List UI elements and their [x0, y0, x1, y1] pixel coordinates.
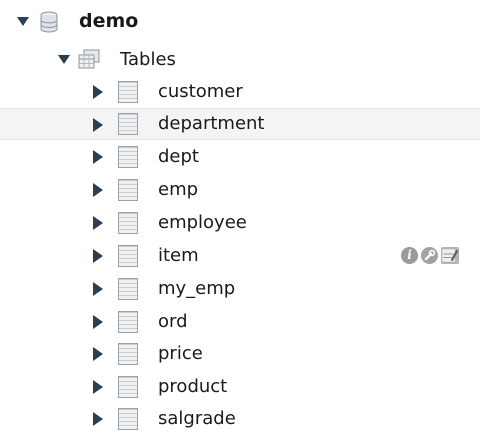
- edit-table-icon[interactable]: [441, 247, 459, 264]
- table-name: department: [158, 113, 265, 134]
- table-row[interactable]: product: [0, 371, 480, 403]
- table-icon: [118, 179, 138, 201]
- table-row[interactable]: employee: [0, 207, 480, 239]
- tables-group-row[interactable]: Tables: [0, 44, 480, 76]
- table-name: item: [158, 245, 199, 266]
- table-name: my_emp: [158, 278, 236, 299]
- database-icon: [40, 11, 58, 33]
- table-name: dept: [158, 146, 199, 167]
- expand-arrow-icon[interactable]: [93, 150, 103, 164]
- wrench-icon[interactable]: [421, 247, 438, 264]
- table-icon: [118, 81, 138, 103]
- schema-row-demo[interactable]: demo: [0, 6, 480, 38]
- expand-arrow-icon[interactable]: [93, 412, 103, 426]
- expand-arrow-icon[interactable]: [93, 216, 103, 230]
- table-icon: [118, 278, 138, 300]
- table-name: salgrade: [158, 408, 236, 429]
- table-icon: [118, 245, 138, 267]
- tables-group-label: Tables: [120, 49, 176, 70]
- table-name: customer: [158, 81, 243, 102]
- table-icon: [118, 212, 138, 234]
- table-row[interactable]: ord: [0, 306, 480, 338]
- expand-arrow-icon[interactable]: [93, 315, 103, 329]
- table-icon: [118, 343, 138, 365]
- table-row[interactable]: department: [0, 108, 480, 140]
- table-name: ord: [158, 311, 188, 332]
- edit-glyph-icon: [442, 249, 458, 262]
- expand-arrow-icon[interactable]: [93, 118, 103, 132]
- table-icon: [118, 376, 138, 398]
- table-row[interactable]: salgrade: [0, 403, 480, 435]
- table-name: product: [158, 376, 228, 397]
- expand-arrow-icon[interactable]: [93, 282, 103, 296]
- wrench-glyph-icon: [424, 249, 436, 261]
- table-row[interactable]: dept: [0, 141, 480, 173]
- expand-arrow-icon[interactable]: [93, 183, 103, 197]
- expand-arrow-icon[interactable]: [93, 380, 103, 394]
- table-name: price: [158, 343, 203, 364]
- row-action-icons: i: [400, 245, 480, 267]
- schema-tree: demo Tables customer department dept emp: [0, 0, 480, 437]
- collapse-arrow-icon[interactable]: [58, 55, 70, 64]
- table-icon: [118, 311, 138, 333]
- schema-name: demo: [79, 10, 139, 32]
- table-icon: [118, 146, 138, 168]
- expand-arrow-icon[interactable]: [93, 347, 103, 361]
- table-icon: [118, 408, 138, 430]
- info-icon[interactable]: i: [401, 247, 418, 264]
- table-icon: [118, 113, 138, 135]
- expand-arrow-icon[interactable]: [93, 249, 103, 263]
- tables-folder-icon: [78, 49, 100, 69]
- expand-arrow-icon[interactable]: [93, 85, 103, 99]
- table-name: emp: [158, 179, 199, 200]
- collapse-arrow-icon[interactable]: [17, 17, 29, 26]
- table-name: employee: [158, 212, 247, 233]
- table-row[interactable]: my_emp: [0, 273, 480, 305]
- table-row[interactable]: emp: [0, 174, 480, 206]
- table-row[interactable]: customer: [0, 76, 480, 108]
- table-row[interactable]: price: [0, 338, 480, 370]
